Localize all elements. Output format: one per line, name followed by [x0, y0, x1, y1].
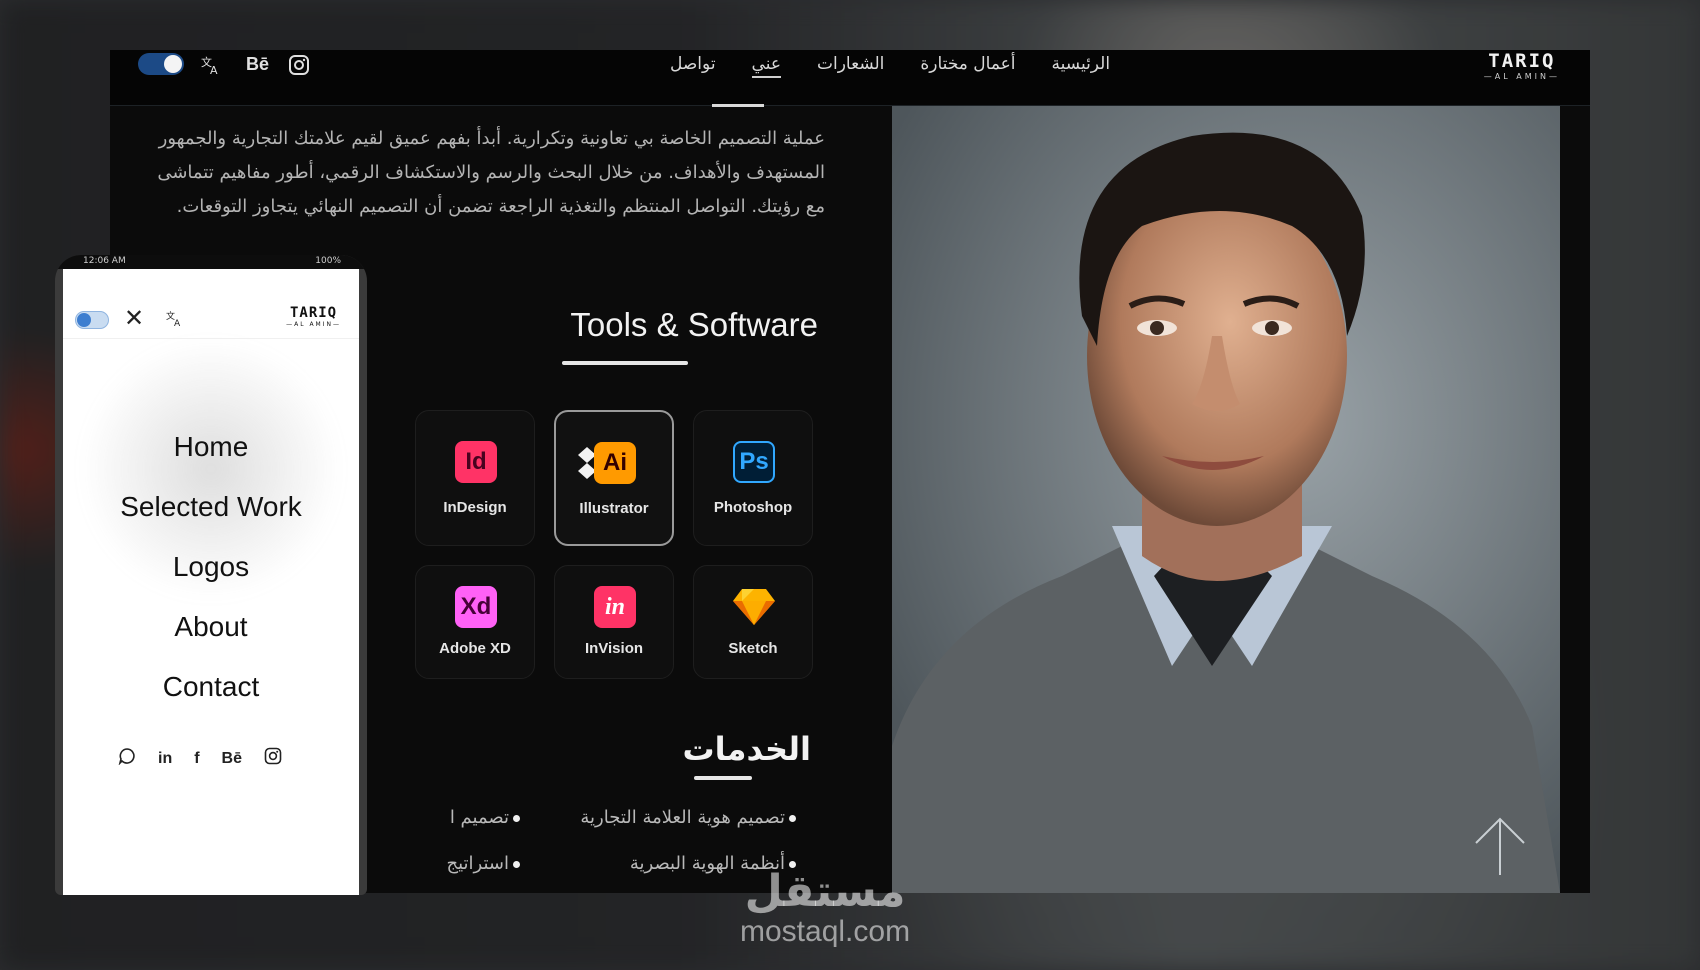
bullet-dot [513, 860, 520, 868]
nav-selected-work[interactable]: أعمال مختارة [920, 54, 1015, 78]
phone-status-bar: 12:06 AM 100% [55, 255, 367, 269]
tool-name: Illustrator [579, 500, 649, 517]
tools-title-underline [562, 361, 688, 365]
services-title: الخدمات [682, 730, 811, 768]
tool-card-adobe-xd[interactable]: Xd Adobe XD [415, 565, 535, 679]
phone-header: ✕ 文A TARIQ —AL AMIN— [63, 269, 359, 339]
translate-icon[interactable]: 文A [166, 309, 184, 331]
close-icon[interactable]: ✕ [124, 306, 144, 330]
service-item: تصميم هوية العلامة التجارية [580, 807, 796, 828]
services-title-underline [694, 776, 752, 780]
top-nav: 文A Bē الرئيسية أعمال مختارة الشعارات عني… [110, 50, 1590, 106]
behance-icon[interactable]: Bē [222, 750, 242, 768]
mostaql-watermark: مستقل mostaql.com [740, 868, 910, 948]
watermark-latin: mostaql.com [740, 915, 911, 948]
tool-name: InDesign [443, 499, 507, 516]
status-battery: 100% [315, 256, 341, 266]
service-label: تصميم هوية العلامة التجارية [580, 807, 785, 828]
tools-title: Tools & Software [570, 306, 818, 343]
photoshop-icon: Ps [733, 441, 775, 483]
tool-card-sketch[interactable]: Sketch [693, 565, 813, 679]
whatsapp-icon[interactable] [118, 747, 136, 770]
invision-icon: in [594, 586, 636, 628]
tool-name: Adobe XD [439, 640, 511, 657]
svg-text:A: A [210, 64, 218, 76]
nav-contact[interactable]: تواصل [670, 54, 716, 78]
site-logo[interactable]: TARIQ —AL AMIN— [286, 305, 341, 329]
service-item: تصميم ا [450, 807, 520, 828]
tool-name: Sketch [728, 640, 778, 657]
translate-icon[interactable]: 文A [200, 54, 222, 81]
behance-icon[interactable]: Bē [246, 54, 269, 75]
watermark-arabic: مستقل [744, 866, 906, 917]
service-label: تصميم ا [449, 807, 509, 828]
sketch-icon [733, 589, 775, 625]
menu-item-about[interactable]: About [63, 597, 359, 657]
theme-toggle[interactable] [138, 53, 184, 75]
bullet-dot [789, 814, 796, 822]
social-links: in f Bē [118, 747, 282, 770]
mobile-menu: Home Selected Work Logos About Contact [63, 417, 359, 717]
nav-logos[interactable]: الشعارات [817, 54, 884, 78]
svg-text:A: A [174, 319, 181, 327]
portrait-illustration [892, 106, 1560, 893]
instagram-icon[interactable] [264, 747, 282, 770]
service-label: استراتيج [446, 853, 509, 874]
linkedin-icon[interactable]: in [158, 750, 172, 768]
illustrator-icon: Ai [594, 442, 636, 484]
scroll-to-top-icon[interactable] [1472, 815, 1528, 881]
tool-card-illustrator[interactable]: Ai Illustrator [554, 410, 674, 546]
translate-icon-svg: 文A [201, 55, 218, 77]
tool-card-invision[interactable]: in InVision [554, 565, 674, 679]
adobe-xd-icon: Xd [455, 586, 497, 628]
logo-name: TARIQ [289, 305, 338, 321]
logo-sub: —AL AMIN— [286, 321, 341, 328]
theme-toggle[interactable] [75, 311, 109, 329]
indesign-icon: Id [455, 441, 497, 483]
toggle-knob [164, 55, 182, 73]
scroll-indicator [712, 104, 764, 107]
nav-links: الرئيسية أعمال مختارة الشعارات عني تواصل [670, 54, 1110, 78]
status-time: 12:06 AM [83, 256, 126, 266]
site-logo[interactable]: TARIQ —AL AMIN— [1484, 50, 1560, 82]
phone-mockup: 12:06 AM 100% ✕ 文A TARIQ —AL AMIN— Home … [55, 255, 367, 895]
nav-home[interactable]: الرئيسية [1052, 54, 1111, 78]
menu-item-contact[interactable]: Contact [63, 657, 359, 717]
about-paragraph: عملية التصميم الخاصة بي تعاونية وتكرارية… [157, 128, 825, 217]
tool-card-indesign[interactable]: Id InDesign [415, 410, 535, 546]
logo-name: TARIQ [1488, 50, 1556, 72]
menu-item-selected-work[interactable]: Selected Work [63, 477, 359, 537]
nav-about[interactable]: عني [751, 54, 781, 78]
portrait-photo [892, 106, 1560, 893]
instagram-icon[interactable] [288, 54, 310, 80]
service-item: استراتيج [446, 853, 520, 874]
tool-name: InVision [584, 640, 644, 657]
toggle-knob [77, 313, 91, 327]
tool-name: Photoshop [713, 499, 793, 516]
portrait-border [1560, 106, 1590, 893]
menu-item-logos[interactable]: Logos [63, 537, 359, 597]
bullet-dot [513, 814, 520, 822]
tool-card-photoshop[interactable]: Ps Photoshop [693, 410, 813, 546]
phone-screen: ✕ 文A TARIQ —AL AMIN— Home Selected Work … [63, 269, 359, 895]
logo-sub: —AL AMIN— [1483, 72, 1560, 81]
facebook-icon[interactable]: f [194, 750, 199, 768]
menu-item-home[interactable]: Home [63, 417, 359, 477]
